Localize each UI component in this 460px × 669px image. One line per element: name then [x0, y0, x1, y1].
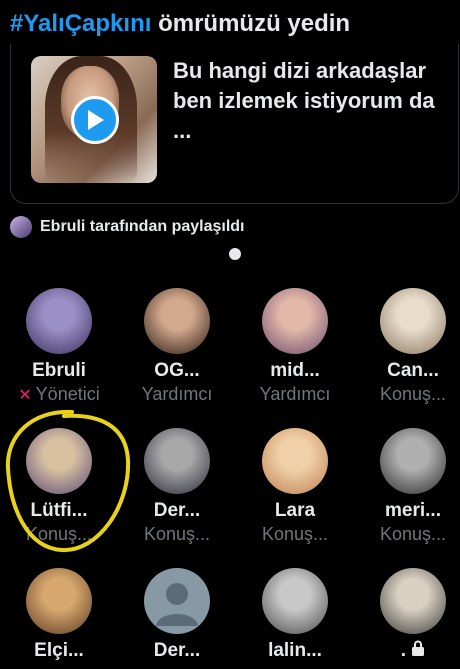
- participant-role: Konuş...: [261, 524, 329, 544]
- avatar[interactable]: [262, 428, 328, 494]
- avatar[interactable]: [380, 428, 446, 494]
- avatar[interactable]: [144, 428, 210, 494]
- highlight-circle: [5, 409, 131, 553]
- participant-name: Elçi...: [34, 640, 84, 661]
- participant-role: Konuş...: [379, 524, 447, 544]
- participant-role: Konuş...: [379, 384, 447, 404]
- avatar[interactable]: [26, 288, 92, 354]
- avatar[interactable]: [380, 288, 446, 354]
- avatar[interactable]: [380, 568, 446, 634]
- participant-name: Der...: [153, 500, 201, 521]
- participant[interactable]: Der... Konuş...: [122, 428, 232, 545]
- space-title: #YalıÇapkını ömrümüzü yedin: [10, 10, 350, 38]
- lock-icon: [411, 640, 425, 661]
- avatar[interactable]: [144, 568, 210, 634]
- participant[interactable]: Elçi...: [4, 568, 114, 662]
- participant-name: Lara: [274, 500, 316, 521]
- participant-name: lalin...: [268, 640, 322, 661]
- avatar[interactable]: [262, 568, 328, 634]
- participant[interactable]: mid... Yardımcı: [240, 288, 350, 405]
- participant-name: Der...: [153, 640, 201, 661]
- participant[interactable]: .: [358, 568, 460, 662]
- pinned-tweet-card[interactable]: Bu hangi dizi arkadaşlar ben izlemek ist…: [10, 44, 459, 204]
- participant-role: ✕ Yönetici: [18, 384, 100, 404]
- participant[interactable]: meri... Konuş...: [358, 428, 460, 545]
- avatar[interactable]: [262, 288, 328, 354]
- participant[interactable]: Lara Konuş...: [240, 428, 350, 545]
- participant-name: .: [358, 640, 460, 662]
- participant-role: Yardımcı: [141, 384, 213, 404]
- avatar[interactable]: [26, 568, 92, 634]
- participant-name: meri...: [385, 500, 441, 521]
- pagination-dot: [229, 248, 241, 260]
- participant[interactable]: OG... Yardımcı: [122, 288, 232, 405]
- participant[interactable]: Can... Konuş...: [358, 288, 460, 405]
- title-text: ömrümüzü yedin: [158, 10, 351, 37]
- participant-name: mid...: [270, 360, 320, 381]
- video-thumbnail[interactable]: [31, 56, 157, 183]
- participant[interactable]: Der...: [122, 568, 232, 662]
- participant-name: Ebruli: [32, 360, 86, 381]
- play-icon[interactable]: [71, 96, 119, 144]
- participant[interactable]: lalin...: [240, 568, 350, 662]
- shared-by-row: Ebruli tarafından paylaşıldı: [10, 216, 245, 238]
- participant-name: Can...: [387, 360, 439, 381]
- participant-role: Konuş...: [143, 524, 211, 544]
- avatar: [10, 216, 32, 238]
- participant-role: Yardımcı: [259, 384, 331, 404]
- hashtag-link[interactable]: #YalıÇapkını: [10, 10, 151, 37]
- host-icon: ✕: [18, 386, 32, 404]
- avatar[interactable]: [144, 288, 210, 354]
- tweet-text: Bu hangi dizi arkadaşlar ben izlemek ist…: [173, 58, 435, 143]
- shared-by-text: Ebruli tarafından paylaşıldı: [40, 218, 245, 235]
- participant-name: OG...: [154, 360, 200, 381]
- participant[interactable]: Ebruli ✕ Yönetici: [4, 288, 114, 405]
